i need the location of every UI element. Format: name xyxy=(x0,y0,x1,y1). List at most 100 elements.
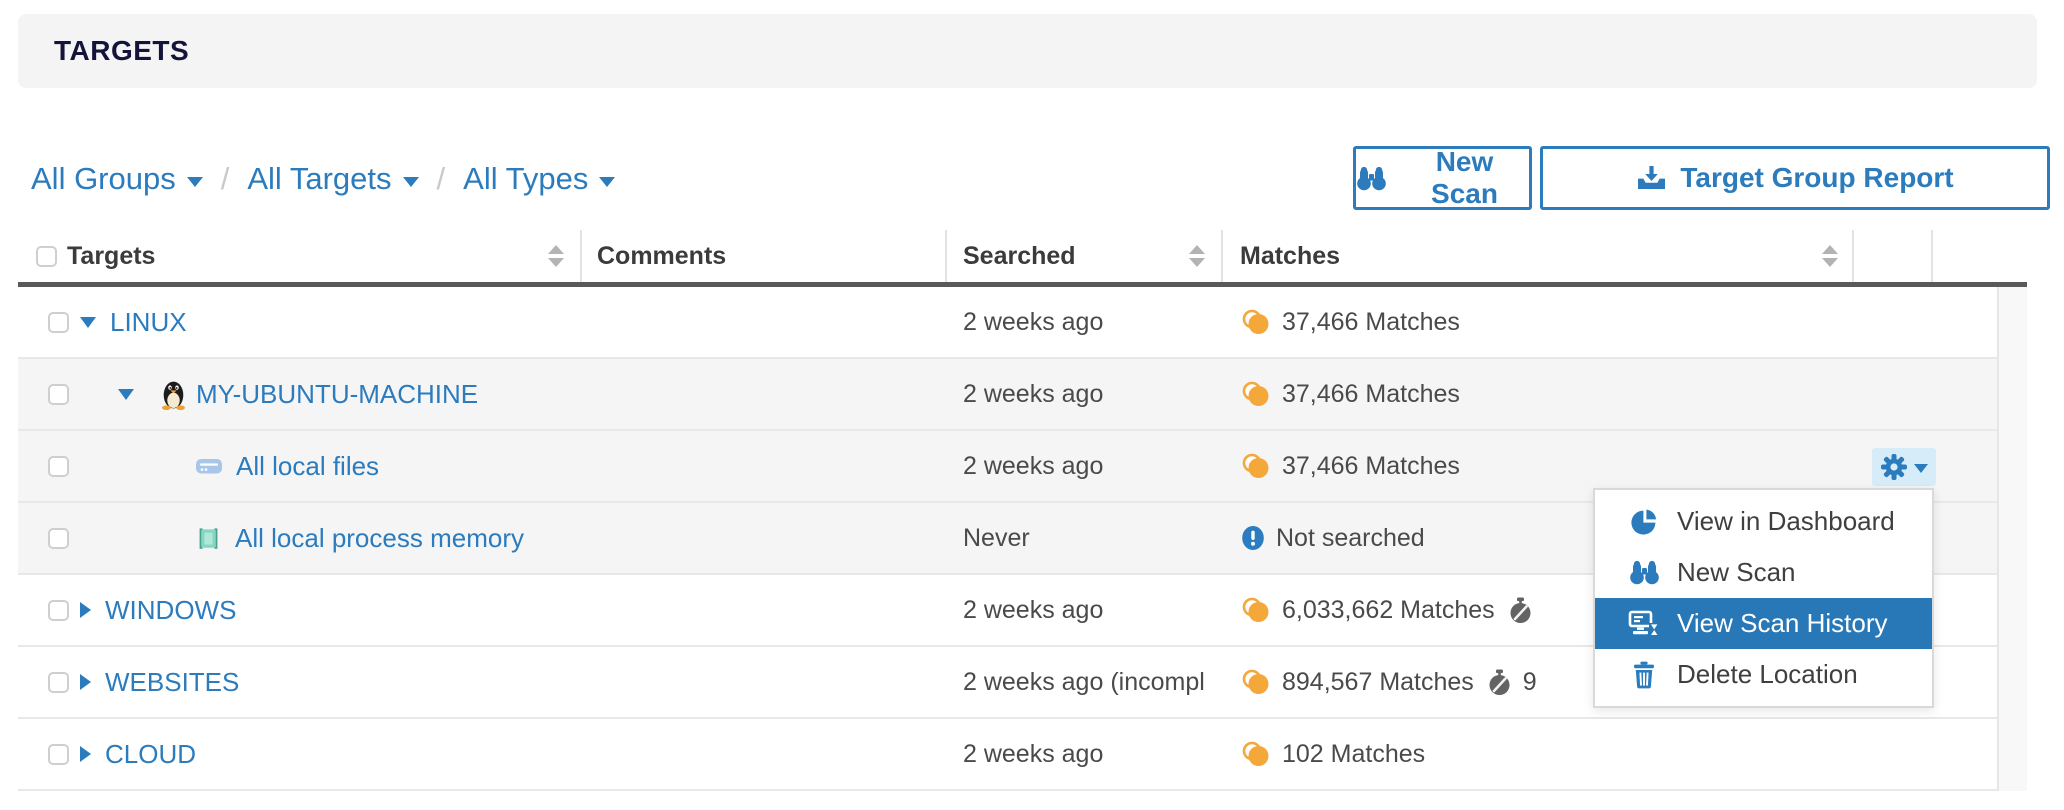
row-checkbox[interactable] xyxy=(48,672,69,693)
breadcrumb-separator: / xyxy=(221,161,230,197)
searched-cell: Never xyxy=(947,503,1223,573)
comments-cell xyxy=(582,503,947,573)
stopwatch-icon xyxy=(1509,597,1532,624)
menu-item-label: New Scan xyxy=(1677,557,1796,588)
column-header-matches[interactable]: Matches xyxy=(1223,230,1854,282)
gear-icon xyxy=(1880,453,1908,481)
filter-all-types[interactable]: All Types xyxy=(463,161,615,197)
target-cell: All local process memory xyxy=(18,503,582,573)
page-title: TARGETS xyxy=(54,35,189,67)
searched-text: 2 weeks ago (incompl xyxy=(963,668,1205,697)
comments-cell xyxy=(582,575,947,645)
comments-cell xyxy=(582,287,947,357)
target-link[interactable]: LINUX xyxy=(110,307,187,338)
menu-item-label: Delete Location xyxy=(1677,659,1858,690)
searched-text: 2 weeks ago xyxy=(963,380,1103,409)
searched-cell: 2 weeks ago xyxy=(947,287,1223,357)
binoculars-icon xyxy=(1627,560,1661,585)
matches-cell: 37,466 Matches xyxy=(1223,287,1854,357)
searched-cell: 2 weeks ago (incompl xyxy=(947,647,1223,717)
column-header-targets[interactable]: Targets xyxy=(18,230,582,282)
column-header-actions xyxy=(1854,230,1933,282)
target-group-report-label: Target Group Report xyxy=(1680,162,1953,194)
table-row: MY-UBUNTU-MACHINE 2 weeks ago 37,466 Match… xyxy=(18,359,2027,431)
matches-icon xyxy=(1240,381,1272,407)
target-cell: WINDOWS xyxy=(18,575,582,645)
row-checkbox[interactable] xyxy=(48,384,69,405)
collapse-arrow-icon[interactable] xyxy=(118,389,134,400)
gear-menu-button[interactable] xyxy=(1872,448,1936,486)
breadcrumb-separator: / xyxy=(437,161,446,197)
target-link[interactable]: MY-UBUNTU-MACHINE xyxy=(196,379,478,410)
filter-all-groups-label: All Groups xyxy=(31,161,176,197)
sort-icon[interactable] xyxy=(1822,245,1838,267)
scrollbar-track[interactable] xyxy=(1997,287,2027,791)
target-cell: All local files xyxy=(18,431,582,501)
row-checkbox[interactable] xyxy=(48,456,69,477)
chevron-down-icon xyxy=(403,177,419,187)
menu-item-view-in-dashboard[interactable]: View in Dashboard xyxy=(1595,496,1932,547)
menu-item-new-scan[interactable]: New Scan xyxy=(1595,547,1932,598)
matches-text: 37,466 Matches xyxy=(1282,452,1460,481)
menu-item-view-scan-history[interactable]: View Scan History xyxy=(1595,598,1932,649)
column-header-spacer xyxy=(1933,230,2027,282)
report-download-icon xyxy=(1636,165,1667,192)
row-checkbox[interactable] xyxy=(48,312,69,333)
trash-icon xyxy=(1627,661,1661,689)
column-header-searched[interactable]: Searched xyxy=(947,230,1223,282)
expand-arrow-icon[interactable] xyxy=(80,746,91,762)
row-checkbox[interactable] xyxy=(48,528,69,549)
column-label-comments: Comments xyxy=(597,242,726,271)
matches-text: 37,466 Matches xyxy=(1282,380,1460,409)
searched-text: 2 weeks ago xyxy=(963,452,1103,481)
column-label-searched: Searched xyxy=(963,242,1076,271)
matches-text: 37,466 Matches xyxy=(1282,308,1460,337)
target-cell: CLOUD xyxy=(18,719,582,789)
matches-text: Not searched xyxy=(1276,524,1425,553)
new-scan-button-label: New Scan xyxy=(1400,146,1529,210)
searched-text: Never xyxy=(963,524,1030,553)
linux-penguin-icon xyxy=(160,379,187,410)
filter-breadcrumb: All Groups / All Targets / All Types xyxy=(31,157,615,201)
target-group-report-button[interactable]: Target Group Report xyxy=(1540,146,2050,210)
chevron-down-icon xyxy=(187,177,203,187)
chevron-down-icon xyxy=(599,177,615,187)
menu-item-label: View Scan History xyxy=(1677,608,1888,639)
target-link[interactable]: WINDOWS xyxy=(105,595,236,626)
matches-icon xyxy=(1240,597,1272,623)
filter-all-groups[interactable]: All Groups xyxy=(31,161,203,197)
new-scan-button[interactable]: New Scan xyxy=(1353,146,1532,210)
target-cell: LINUX xyxy=(18,287,582,357)
comments-cell xyxy=(582,647,947,717)
collapse-arrow-icon[interactable] xyxy=(80,317,96,328)
stopwatch-icon xyxy=(1488,669,1511,696)
matches-text: 894,567 Matches xyxy=(1282,668,1474,697)
target-link[interactable]: CLOUD xyxy=(105,739,196,770)
sort-icon[interactable] xyxy=(1189,245,1205,267)
page-header: TARGETS xyxy=(18,14,2037,88)
expand-arrow-icon[interactable] xyxy=(80,602,91,618)
table-row: LINUX 2 weeks ago 37,466 Matches xyxy=(18,287,2027,359)
filter-all-targets[interactable]: All Targets xyxy=(247,161,418,197)
row-checkbox[interactable] xyxy=(48,744,69,765)
searched-cell: 2 weeks ago xyxy=(947,359,1223,429)
matches-icon xyxy=(1240,669,1272,695)
expand-arrow-icon[interactable] xyxy=(80,674,91,690)
column-label-matches: Matches xyxy=(1240,242,1340,271)
target-link[interactable]: All local process memory xyxy=(235,523,524,554)
chevron-down-icon xyxy=(1914,464,1928,473)
matches-cell: 37,466 Matches xyxy=(1223,359,1854,429)
target-cell: WEBSITES xyxy=(18,647,582,717)
target-link[interactable]: All local files xyxy=(236,451,379,482)
sort-icon[interactable] xyxy=(548,245,564,267)
matches-icon xyxy=(1240,453,1272,479)
menu-item-delete-location[interactable]: Delete Location xyxy=(1595,649,1932,700)
row-checkbox[interactable] xyxy=(48,600,69,621)
menu-item-label: View in Dashboard xyxy=(1677,506,1895,537)
searched-cell: 2 weeks ago xyxy=(947,431,1223,501)
comments-cell xyxy=(582,431,947,501)
target-link[interactable]: WEBSITES xyxy=(105,667,239,698)
column-header-comments: Comments xyxy=(582,230,947,282)
select-all-checkbox[interactable] xyxy=(36,246,57,267)
matches-text: 6,033,662 Matches xyxy=(1282,596,1495,625)
